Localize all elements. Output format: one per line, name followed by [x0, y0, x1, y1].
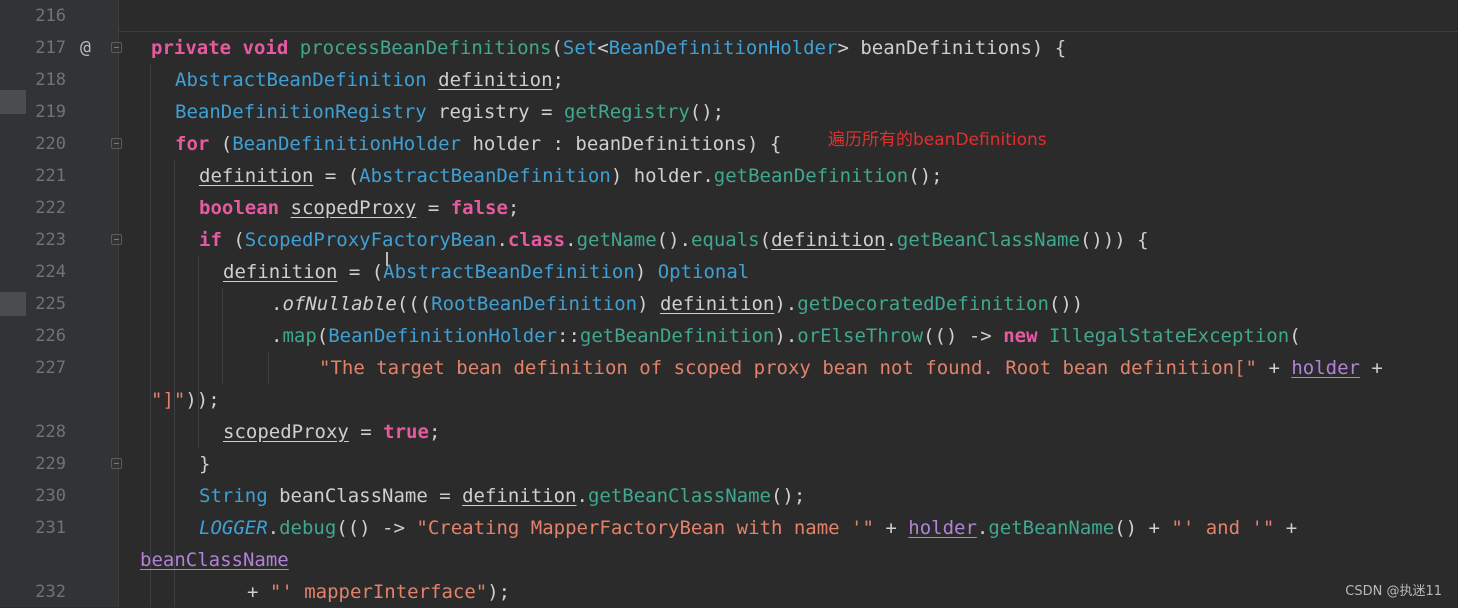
code-text: if (ScopedProxyFactoryBean.class.getName…	[199, 229, 1149, 251]
code-text: scopedProxy = true;	[223, 421, 441, 443]
code-line-230[interactable]: 230 String beanClassName = definition.ge…	[0, 480, 1458, 512]
line-number: 226	[35, 326, 66, 346]
line-number: 228	[35, 422, 66, 442]
code-text: definition = (AbstractBeanDefinition) ho…	[199, 165, 943, 187]
code-line-229[interactable]: 229 }	[0, 448, 1458, 480]
code-line-225[interactable]: 225 .ofNullable(((RootBeanDefinition) de…	[0, 288, 1458, 320]
line-number: 225	[35, 294, 66, 314]
line-number: 221	[35, 166, 66, 186]
code-text: .ofNullable(((RootBeanDefinition) defini…	[271, 293, 1084, 315]
code-line-232[interactable]: 232 + "' mapperInterface");	[0, 576, 1458, 608]
code-text: private void processBeanDefinitions(Set<…	[151, 37, 1067, 59]
line-number: 220	[35, 134, 66, 154]
line-number: 223	[35, 230, 66, 250]
code-line-222[interactable]: 222 boolean scopedProxy = false;	[0, 192, 1458, 224]
code-text: beanClassName	[140, 549, 289, 571]
code-line-216[interactable]: 216	[0, 0, 1458, 32]
code-text: boolean scopedProxy = false;	[199, 197, 520, 219]
code-text: "]"));	[151, 389, 220, 411]
code-line-218[interactable]: 218 AbstractBeanDefinition definition;	[0, 64, 1458, 96]
line-number: 222	[35, 198, 66, 218]
line-number: 230	[35, 486, 66, 506]
watermark: CSDN @执迷11	[1345, 584, 1442, 599]
code-editor[interactable]: 216 217 @ private void processBeanDefini…	[0, 0, 1458, 607]
code-text: + "' mapperInterface");	[247, 581, 511, 603]
code-text: for (BeanDefinitionHolder holder : beanD…	[175, 133, 782, 155]
fold-icon[interactable]	[111, 138, 122, 149]
line-number: 227	[35, 358, 66, 378]
annotation-note: 遍历所有的beanDefinitions	[828, 130, 1047, 150]
code-line-220[interactable]: 220 for (BeanDefinitionHolder holder : b…	[0, 128, 1458, 160]
line-number: 218	[35, 70, 66, 90]
code-line-224[interactable]: 224 definition = (AbstractBeanDefinition…	[0, 256, 1458, 288]
code-line-228[interactable]: 228 scopedProxy = true;	[0, 416, 1458, 448]
code-line-227-wrap[interactable]: "]"));	[0, 384, 1458, 416]
override-marker[interactable]: @	[80, 32, 91, 64]
code-text: String beanClassName = definition.getBea…	[199, 485, 806, 507]
text-cursor	[386, 252, 388, 266]
line-number: 231	[35, 518, 66, 538]
line-number: 229	[35, 454, 66, 474]
code-text: .map(BeanDefinitionHolder::getBeanDefini…	[271, 325, 1301, 347]
code-line-217[interactable]: 217 @ private void processBeanDefinition…	[0, 32, 1458, 64]
line-number: 232	[35, 582, 66, 602]
code-text: }	[199, 453, 211, 475]
fold-icon[interactable]	[111, 42, 122, 53]
line-number: 224	[35, 262, 66, 282]
line-number: 219	[35, 102, 66, 122]
code-text: LOGGER.debug(() -> "Creating MapperFacto…	[199, 517, 1298, 539]
code-text: AbstractBeanDefinition definition;	[175, 69, 564, 91]
code-line-231[interactable]: 231 LOGGER.debug(() -> "Creating MapperF…	[0, 512, 1458, 544]
fold-icon[interactable]	[111, 458, 122, 469]
code-text: definition = (AbstractBeanDefinition) Op…	[223, 261, 750, 283]
line-number: 217	[35, 38, 66, 58]
fold-icon[interactable]	[111, 234, 122, 245]
code-line-227[interactable]: 227 "The target bean definition of scope…	[0, 352, 1458, 384]
code-line-223[interactable]: 223 if (ScopedProxyFactoryBean.class.get…	[0, 224, 1458, 256]
line-number: 216	[35, 6, 66, 26]
code-line-221[interactable]: 221 definition = (AbstractBeanDefinition…	[0, 160, 1458, 192]
code-line-219[interactable]: 219 BeanDefinitionRegistry registry = ge…	[0, 96, 1458, 128]
code-text: "The target bean definition of scoped pr…	[319, 357, 1383, 379]
code-line-226[interactable]: 226 .map(BeanDefinitionHolder::getBeanDe…	[0, 320, 1458, 352]
code-text: BeanDefinitionRegistry registry = getReg…	[175, 101, 725, 123]
code-line-231-wrap[interactable]: beanClassName	[0, 544, 1458, 576]
